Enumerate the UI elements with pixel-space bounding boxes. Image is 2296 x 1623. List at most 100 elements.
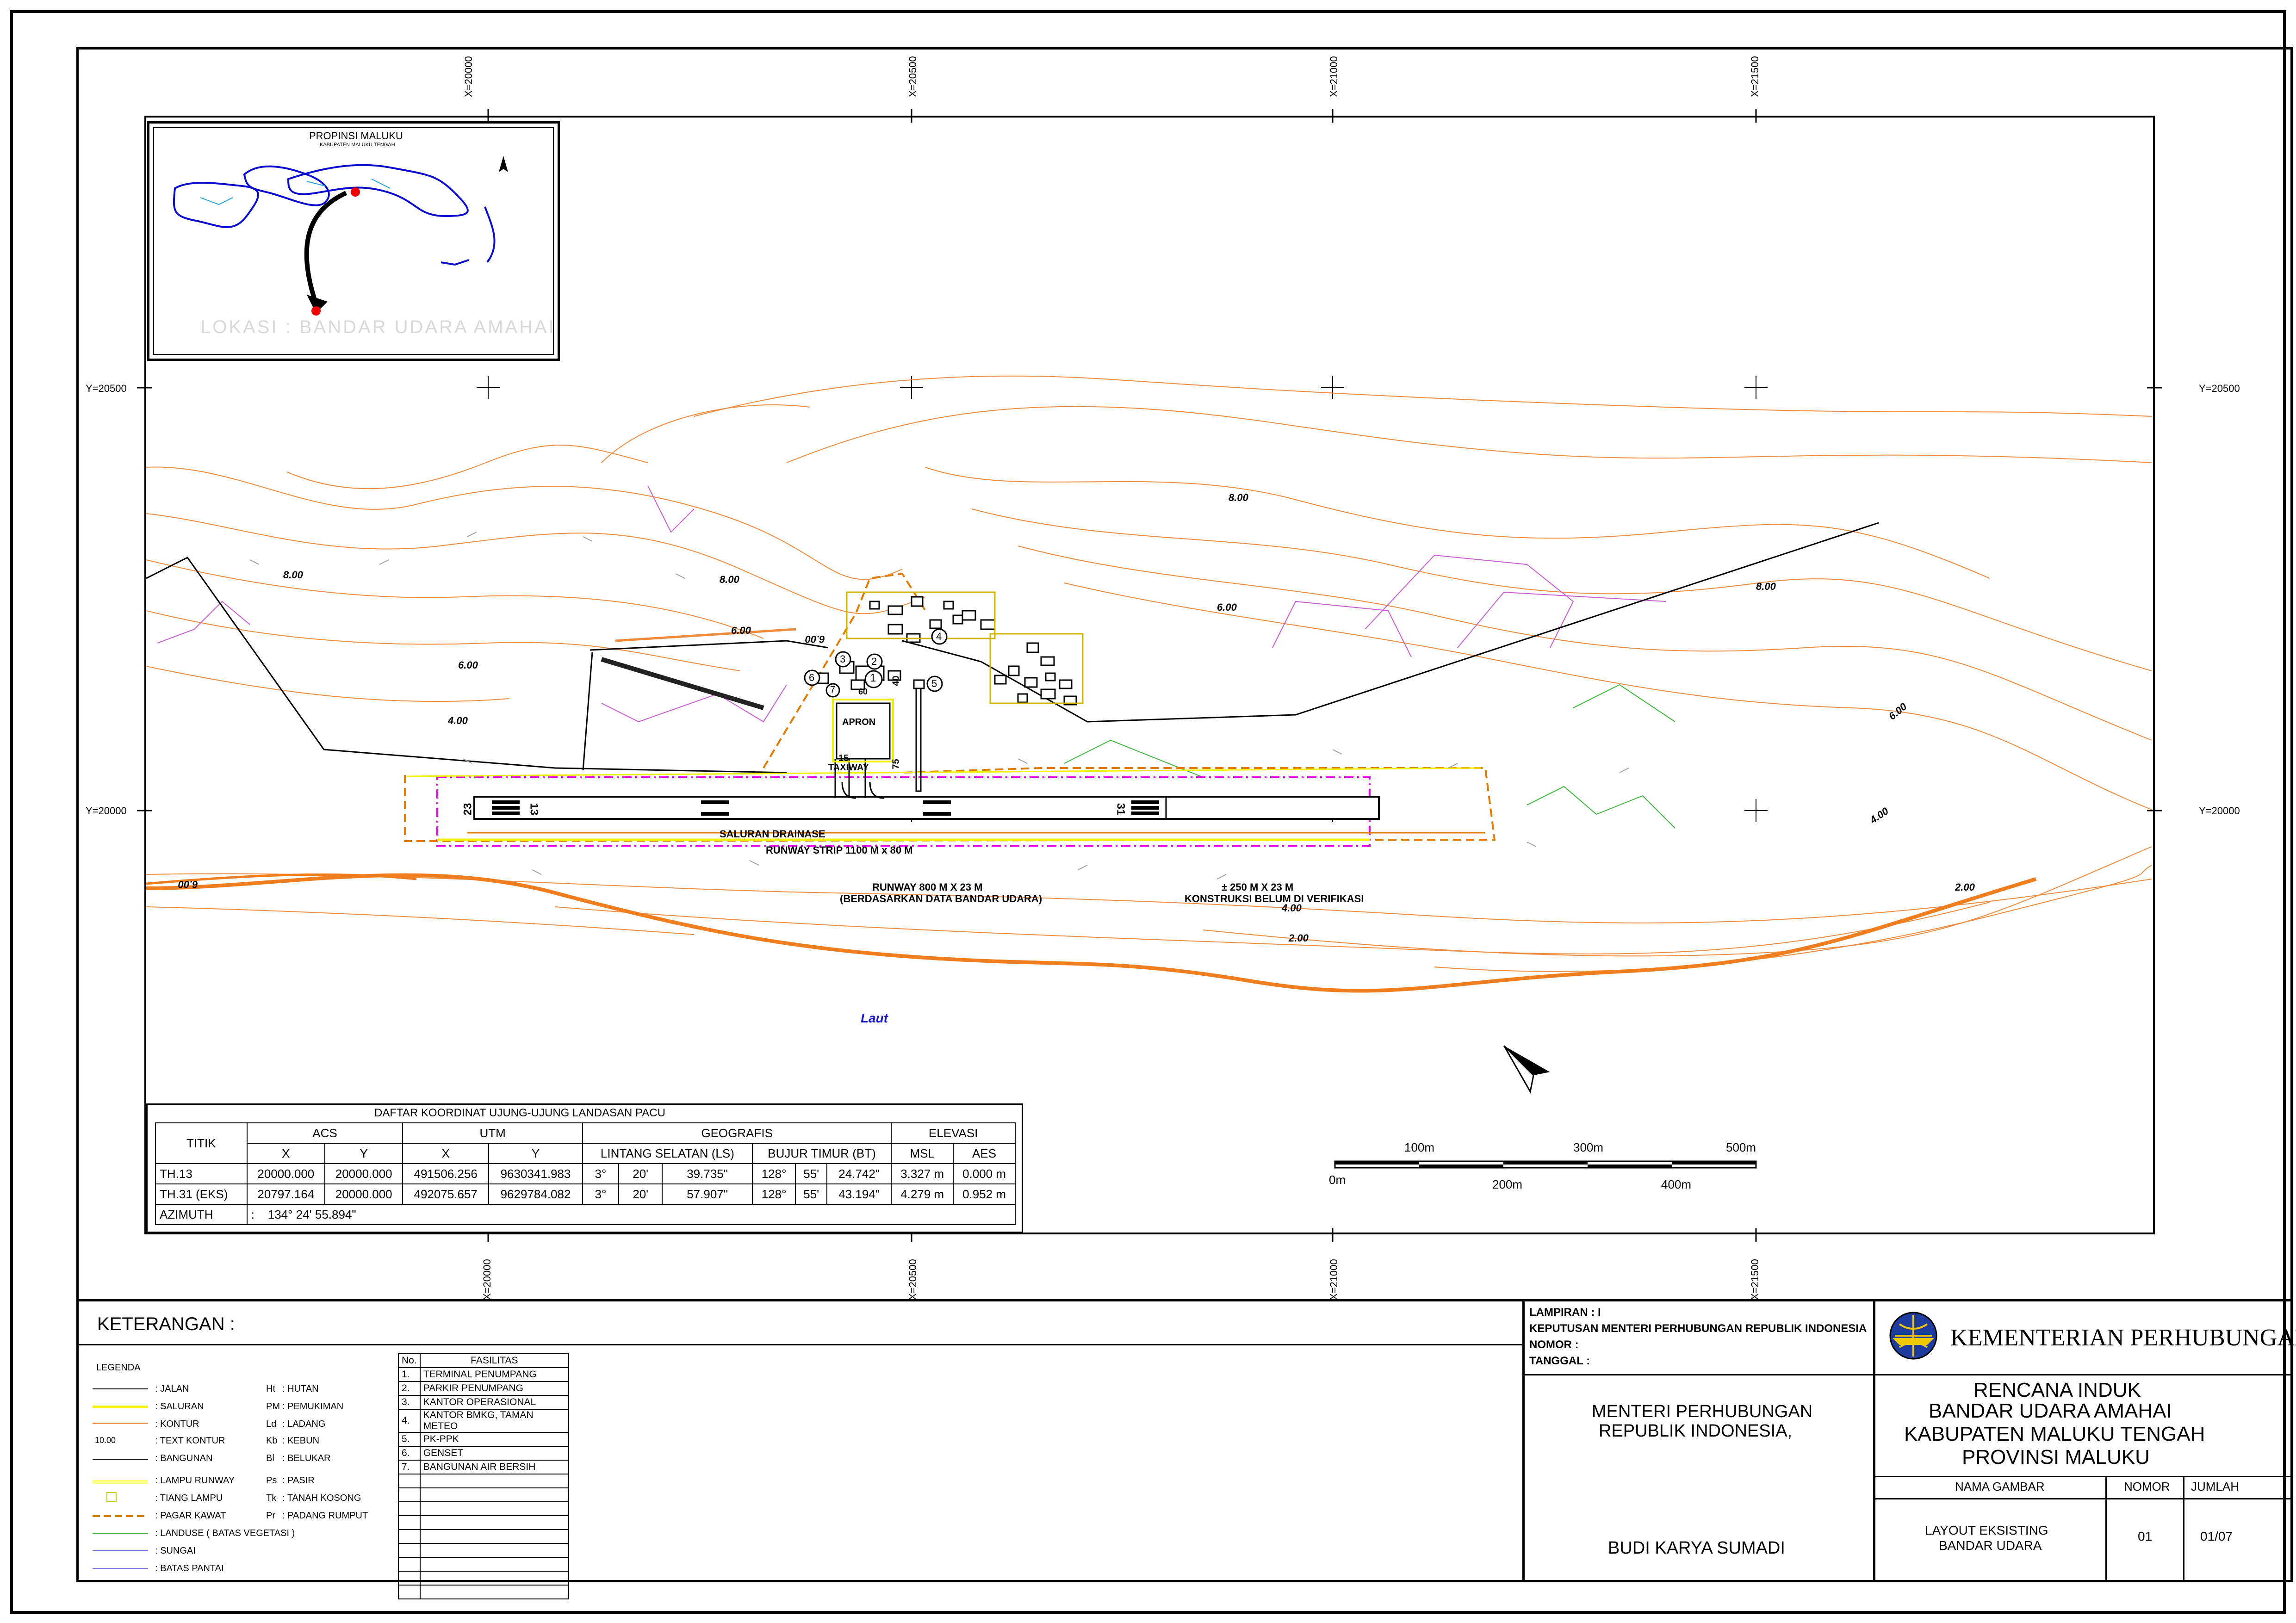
legend-landuse-symbol bbox=[93, 1533, 148, 1534]
table-row: AZIMUTH : 134° 24' 55.894" bbox=[155, 1204, 1016, 1225]
drainage-label: SALURAN DRAINASE bbox=[720, 828, 825, 840]
legend-item: : LAMPU RUNWAY bbox=[155, 1475, 235, 1486]
col-utm: UTM bbox=[402, 1122, 583, 1144]
contour-label: 2.00 bbox=[1955, 881, 1975, 893]
cell: TERMINAL PENUMPANG bbox=[419, 1367, 570, 1382]
lampiran-line2: KEPUTUSAN MENTERI PERHUBUNGAN REPUBLIK I… bbox=[1529, 1322, 1867, 1335]
landuse-code: Ld bbox=[266, 1419, 277, 1429]
cell: 9629784.082 bbox=[488, 1183, 583, 1205]
cell: 0.000 m bbox=[953, 1163, 1016, 1184]
drawing-name-line2: BANDAR UDARA bbox=[1939, 1538, 2042, 1553]
taxiway-num-75: 75 bbox=[891, 759, 901, 769]
drawing-count-header: JUMLAH bbox=[2191, 1480, 2240, 1493]
legend-lamp-symbol bbox=[93, 1480, 148, 1484]
col-utm-y: Y bbox=[488, 1143, 583, 1164]
legend-drain-symbol bbox=[93, 1406, 148, 1408]
contour-label: 6.00 bbox=[805, 633, 825, 645]
azimuth-sep: : bbox=[251, 1207, 254, 1221]
runway-number-31: 31 bbox=[1114, 803, 1127, 816]
apron-label: APRON bbox=[842, 717, 876, 727]
cell: 20000.000 bbox=[324, 1183, 403, 1205]
ministry-logo-icon bbox=[1889, 1312, 1937, 1360]
contour-lines bbox=[146, 375, 2152, 972]
cell: PARKIR PENUMPANG bbox=[419, 1381, 570, 1396]
roads bbox=[146, 522, 1879, 774]
cell: 24.742" bbox=[826, 1163, 892, 1184]
table-row: 3. KANTOR OPERASIONAL bbox=[398, 1395, 570, 1410]
table-row bbox=[398, 1571, 570, 1586]
cell: 57.907" bbox=[662, 1183, 753, 1205]
cell: 128° bbox=[751, 1183, 796, 1205]
facility-marker: 7 bbox=[830, 685, 836, 695]
table-row bbox=[398, 1585, 570, 1599]
extension-label-1: ± 250 M X 23 M bbox=[1222, 881, 1294, 893]
landuse-code: Ht bbox=[266, 1384, 275, 1394]
cell: 20' bbox=[618, 1183, 663, 1205]
taxiway-num-15: 15 bbox=[838, 753, 849, 763]
landuse-code: Ps bbox=[266, 1475, 277, 1486]
col-utm-x: X bbox=[402, 1143, 490, 1164]
contour-label: 4.00 bbox=[1282, 902, 1302, 914]
taxiway-label: TAXIWAY bbox=[828, 762, 869, 773]
facility-marker: 1 bbox=[870, 672, 876, 684]
facility-marker: 5 bbox=[931, 678, 937, 689]
drawing-name-header: NAMA GAMBAR bbox=[1955, 1480, 2045, 1493]
lampiran-line1: LAMPIRAN : I bbox=[1529, 1306, 1601, 1319]
extension-label-2: KONSTRUKSI BELUM DI VERIFIKASI bbox=[1185, 893, 1364, 904]
fence-road bbox=[601, 657, 764, 710]
landuse-code: Pr bbox=[266, 1511, 275, 1521]
cell: KANTOR BMKG, TAMAN METEO bbox=[419, 1409, 570, 1433]
project-line4: PROVINSI MALUKU bbox=[1962, 1446, 2150, 1468]
table-row bbox=[398, 1487, 570, 1502]
project-line1: RENCANA INDUK bbox=[1973, 1379, 2141, 1401]
coordinate-table: TITIK ACS UTM GEOGRAFIS ELEVASI X Y X Y … bbox=[155, 1122, 1016, 1225]
landuse-code: Bl bbox=[266, 1453, 274, 1463]
table-row bbox=[398, 1557, 570, 1572]
legend-item: : LANDUSE ( BATAS VEGETASI ) bbox=[155, 1528, 295, 1538]
facilities-table: No. FASILITAS 1. TERMINAL PENUMPANG 2. PAR… bbox=[398, 1353, 570, 1599]
cell: 20797.164 bbox=[246, 1183, 326, 1205]
landuse-code: Tk bbox=[266, 1493, 277, 1503]
project-line3: KABUPATEN MALUKU TENGAH bbox=[1904, 1423, 2205, 1445]
scale-label-top: 100m bbox=[1404, 1140, 1435, 1154]
runway-number-13: 13 bbox=[527, 803, 540, 816]
legend-item: : TEXT KONTUR bbox=[155, 1436, 225, 1446]
inset-map: PROPINSI MALUKU KABUPATEN MALUKU TENGAH … bbox=[147, 121, 560, 361]
table-row: 2. PARKIR PENUMPANG bbox=[398, 1381, 570, 1396]
cell: BANGUNAN AIR BERSIH bbox=[419, 1460, 570, 1474]
coordinate-table-panel: DAFTAR KOORDINAT UJUNG-UJUNG LANDASAN PA… bbox=[146, 1103, 1023, 1233]
cell: 1. bbox=[398, 1367, 421, 1382]
col-titik: TITIK bbox=[155, 1122, 248, 1164]
apron-num-60: 60 bbox=[858, 687, 868, 696]
cell: 4. bbox=[398, 1409, 421, 1433]
table-row: 5. PK-PPK bbox=[398, 1432, 570, 1447]
taxiway-num-40: 40 bbox=[891, 675, 901, 686]
table-row bbox=[398, 1515, 570, 1530]
landuse-name: : BELUKAR bbox=[282, 1453, 331, 1463]
signatory-title-1: MENTERI PERHUBUNGAN bbox=[1592, 1402, 1813, 1421]
col-fasilitas: FASILITAS bbox=[419, 1353, 570, 1368]
table-row bbox=[398, 1543, 570, 1558]
cell: 128° bbox=[751, 1163, 796, 1184]
runway-label-1: RUNWAY 800 M X 23 M bbox=[872, 881, 983, 893]
col-acs-x: X bbox=[246, 1143, 326, 1164]
keterangan-title: KETERANGAN : bbox=[97, 1314, 235, 1334]
landuse-name: : KEBUN bbox=[282, 1436, 320, 1446]
cell: 55' bbox=[795, 1163, 828, 1184]
legend-item: : SUNGAI bbox=[155, 1546, 196, 1556]
col-bujur: BUJUR TIMUR (BT) bbox=[751, 1143, 892, 1164]
facility-marker: 4 bbox=[936, 631, 942, 642]
legend-building-symbol bbox=[93, 1459, 148, 1460]
drawing-number: 01 bbox=[2138, 1529, 2153, 1543]
coordinate-table-title: DAFTAR KOORDINAT UJUNG-UJUNG LANDASAN PA… bbox=[374, 1107, 665, 1119]
scale-label-bottom: 400m bbox=[1661, 1177, 1692, 1191]
facility-marker: 3 bbox=[840, 653, 846, 665]
legend-item: : JALAN bbox=[155, 1384, 189, 1394]
facility-marker: 6 bbox=[809, 672, 815, 683]
table-row bbox=[398, 1474, 570, 1488]
lampiran-line4: TANGGAL : bbox=[1529, 1355, 1590, 1367]
col-acs: ACS bbox=[246, 1122, 403, 1144]
cell: 2. bbox=[398, 1381, 421, 1396]
runway-number-23: 23 bbox=[461, 803, 474, 816]
contour-label: 2.00 bbox=[1289, 932, 1309, 944]
